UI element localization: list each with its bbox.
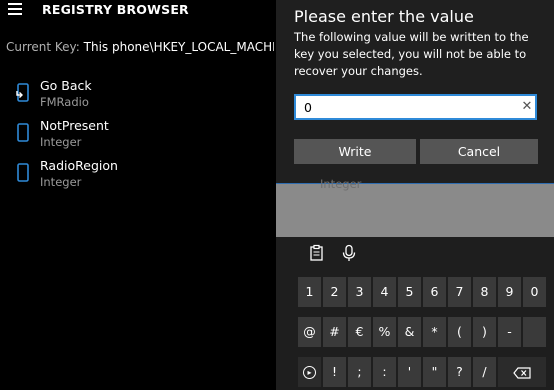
- key-symbol[interactable]: /: [473, 357, 496, 387]
- key-4[interactable]: 4: [373, 277, 396, 307]
- keyboard-mode-icon[interactable]: ▸: [298, 357, 321, 387]
- dimmed-overlay: Integer: [276, 177, 554, 237]
- key-symbol[interactable]: (: [448, 317, 471, 347]
- folder-back-icon: [16, 83, 29, 102]
- key-symbol[interactable]: #: [323, 317, 346, 347]
- list-item-radioregion[interactable]: RadioRegion Integer: [16, 158, 266, 194]
- current-key-value: This phone\HKEY_LOCAL_MACHI...: [83, 40, 274, 54]
- key-symbol[interactable]: ): [473, 317, 496, 347]
- key-symbol[interactable]: €: [348, 317, 371, 347]
- current-key-label: Current Key:: [6, 40, 80, 54]
- key-symbol[interactable]: @: [298, 317, 321, 347]
- key-symbol[interactable]: ?: [448, 357, 471, 387]
- divider: [276, 183, 554, 184]
- app-pane: REGISTRY BROWSER Current Key: This phone…: [0, 0, 276, 390]
- key-3[interactable]: 3: [348, 277, 371, 307]
- list-item-go-back[interactable]: Go Back FMRadio: [16, 78, 266, 114]
- value-icon: [17, 123, 29, 142]
- key-5[interactable]: 5: [398, 277, 421, 307]
- cancel-button[interactable]: Cancel: [420, 139, 538, 164]
- dialog-message: The following value will be written to t…: [294, 30, 529, 78]
- key-symbol[interactable]: -: [498, 317, 521, 347]
- key-blank[interactable]: [523, 317, 546, 347]
- hamburger-menu-icon[interactable]: [8, 3, 22, 15]
- dialog-title: Please enter the value: [294, 7, 474, 26]
- on-screen-keyboard: 1 2 3 4 5 6 7 8 9 0 @ # €% & *() - ▸!;: ' "? /: [276, 237, 554, 390]
- key-symbol[interactable]: ': [398, 357, 421, 387]
- key-2[interactable]: 2: [323, 277, 346, 307]
- microphone-icon[interactable]: [340, 244, 358, 262]
- key-0[interactable]: 0: [523, 277, 546, 307]
- key-7[interactable]: 7: [448, 277, 471, 307]
- key-symbol[interactable]: *: [423, 317, 446, 347]
- item-name: NotPresent: [40, 118, 109, 133]
- item-name: RadioRegion: [40, 158, 118, 173]
- key-9[interactable]: 9: [498, 277, 521, 307]
- backspace-icon[interactable]: [498, 357, 546, 387]
- list-item-notpresent[interactable]: NotPresent Integer: [16, 118, 266, 154]
- value-input[interactable]: [294, 94, 537, 120]
- enter-value-dialog: Please enter the value The following val…: [276, 0, 554, 183]
- item-type: FMRadio: [40, 95, 89, 109]
- key-6[interactable]: 6: [423, 277, 446, 307]
- item-type: Integer: [40, 135, 82, 149]
- obscured-item-type: Integer: [320, 177, 362, 191]
- app-title: REGISTRY BROWSER: [42, 2, 189, 17]
- key-symbol[interactable]: :: [373, 357, 396, 387]
- key-symbol[interactable]: !: [323, 357, 346, 387]
- key-8[interactable]: 8: [473, 277, 496, 307]
- key-symbol[interactable]: %: [373, 317, 396, 347]
- key-1[interactable]: 1: [298, 277, 321, 307]
- key-symbol[interactable]: &: [398, 317, 421, 347]
- value-icon: [17, 163, 29, 182]
- title-bar: REGISTRY BROWSER: [0, 0, 276, 22]
- write-button[interactable]: Write: [294, 139, 416, 164]
- item-type: Integer: [40, 175, 82, 189]
- clipboard-icon[interactable]: [308, 244, 326, 262]
- item-name: Go Back: [40, 78, 92, 93]
- key-symbol[interactable]: ;: [348, 357, 371, 387]
- key-symbol[interactable]: ": [423, 357, 446, 387]
- current-key-path: Current Key: This phone\HKEY_LOCAL_MACHI…: [6, 40, 274, 54]
- clear-input-icon[interactable]: ✕: [520, 99, 534, 115]
